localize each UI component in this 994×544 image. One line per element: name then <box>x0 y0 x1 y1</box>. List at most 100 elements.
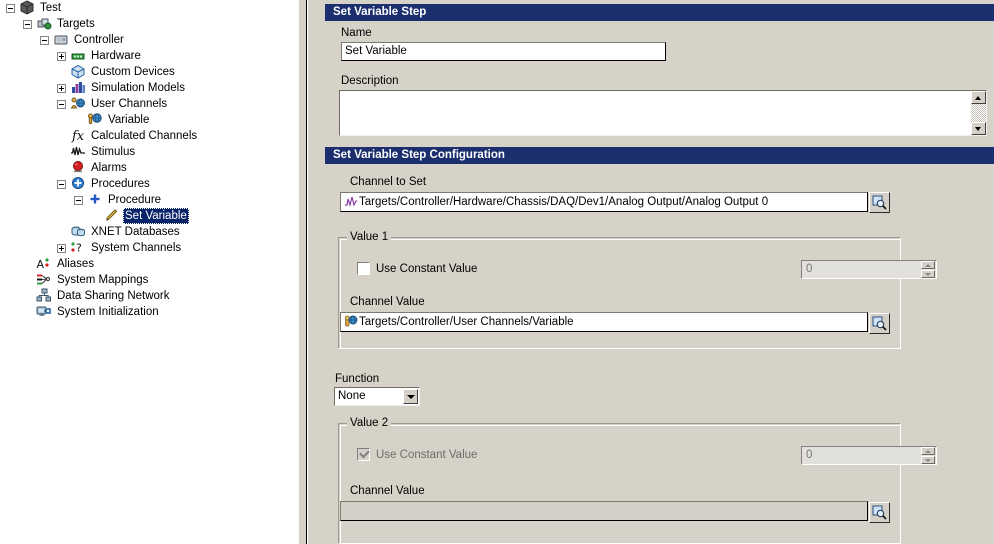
tree-item-data-sharing-network[interactable]: Data Sharing Network <box>0 288 298 304</box>
project-tree-panel[interactable]: Test Targets Controller Hardware Custom Devi… <box>0 0 298 544</box>
collapse-minus-icon[interactable] <box>40 35 49 45</box>
svg-text:A: A <box>37 258 45 271</box>
value1-spin-down-button[interactable] <box>921 270 935 278</box>
tree-expander-spacer <box>57 164 66 173</box>
browse-magnifier-icon <box>872 316 887 331</box>
procedure-icon <box>87 192 103 207</box>
channel-to-set-input[interactable]: Targets/Controller/Hardware/Chassis/DAQ/… <box>340 192 868 212</box>
value1-constant-spinner[interactable]: 0 <box>801 260 937 279</box>
description-textarea[interactable] <box>339 90 987 136</box>
tree-expander-spacer <box>57 148 66 157</box>
value2-spin-down-button[interactable] <box>921 456 935 464</box>
collapse-minus-icon[interactable] <box>23 19 32 29</box>
xnet-databases-icon <box>70 224 86 239</box>
step-configuration-panel: Set Variable Step Name Set Variable Desc… <box>308 0 994 544</box>
svg-text:fx: fx <box>71 129 85 143</box>
tree-item-user-channels[interactable]: User Channels <box>0 96 298 112</box>
tree-item-test[interactable]: Test <box>0 0 298 16</box>
tree-item-aliases[interactable]: A Aliases <box>0 256 298 272</box>
expand-plus-icon[interactable] <box>57 83 66 93</box>
tree-item-custom-devices[interactable]: Custom Devices <box>0 64 298 80</box>
tree-expander-spacer <box>23 276 32 285</box>
value1-constant-value: 0 <box>806 263 813 275</box>
collapse-minus-icon[interactable] <box>74 195 83 205</box>
tree-item-label: Variable <box>108 114 150 126</box>
user-channels-icon <box>70 96 86 111</box>
value2-constant-spinner[interactable]: 0 <box>801 446 937 465</box>
stimulus-icon <box>70 144 86 159</box>
tree-expander-spacer <box>57 68 66 77</box>
value1-use-constant-checkbox[interactable] <box>357 262 370 275</box>
tree-item-controller[interactable]: Controller <box>0 32 298 48</box>
channel-to-set-browse-button[interactable] <box>869 192 890 213</box>
hardware-icon <box>70 48 86 63</box>
set-variable-step-icon <box>104 208 120 223</box>
tree-item-simulation-models[interactable]: Simulation Models <box>0 80 298 96</box>
description-scrollbar[interactable] <box>971 91 986 135</box>
tree-expander-spacer <box>57 132 66 141</box>
targets-icon <box>36 16 52 31</box>
tree-item-set-variable[interactable]: Set Variable <box>0 208 298 224</box>
tree-item-procedure[interactable]: Procedure <box>0 192 298 208</box>
value1-channel-browse-button[interactable] <box>869 313 890 334</box>
tree-item-hardware[interactable]: Hardware <box>0 48 298 64</box>
simulation-models-icon <box>70 80 86 95</box>
tree-item-system-channels[interactable]: ? System Channels <box>0 240 298 256</box>
tree-expander-spacer <box>23 292 32 301</box>
tree-item-label: Custom Devices <box>91 66 175 78</box>
value2-channel-browse-button[interactable] <box>869 502 890 523</box>
tree-item-stimulus[interactable]: Stimulus <box>0 144 298 160</box>
set-variable-step-header: Set Variable Step <box>325 4 994 21</box>
tree-item-label: Procedures <box>91 178 150 190</box>
tree-item-label: Hardware <box>91 50 141 62</box>
value2-channel-value-input[interactable] <box>340 501 868 521</box>
collapse-minus-icon[interactable] <box>57 179 66 189</box>
browse-magnifier-icon <box>872 505 887 520</box>
expand-plus-icon[interactable] <box>57 243 66 253</box>
variable-icon <box>87 112 103 127</box>
scroll-up-button[interactable] <box>971 91 986 104</box>
tree-expander-spacer <box>74 116 83 125</box>
collapse-minus-icon[interactable] <box>57 99 66 109</box>
panel-splitter[interactable] <box>298 0 307 544</box>
collapse-minus-icon[interactable] <box>6 3 15 13</box>
name-input[interactable]: Set Variable <box>341 42 666 61</box>
data-sharing-network-icon <box>36 288 52 303</box>
tree-expander-spacer <box>91 212 100 221</box>
value1-use-constant-label: Use Constant Value <box>376 263 478 275</box>
value2-channel-value-label: Channel Value <box>350 485 425 497</box>
aliases-icon: A <box>36 256 52 271</box>
system-channels-icon: ? <box>70 240 86 255</box>
tree-item-label: User Channels <box>91 98 168 110</box>
tree-item-label: Targets <box>57 18 95 30</box>
tree-item-calculated-channels[interactable]: fx Calculated Channels <box>0 128 298 144</box>
set-variable-step-configuration-header: Set Variable Step Configuration <box>325 147 994 164</box>
value1-channel-value-input[interactable]: Targets/Controller/User Channels/Variabl… <box>340 312 868 332</box>
tree-item-system-initialization[interactable]: System Initialization <box>0 304 298 320</box>
tree-item-targets[interactable]: Targets <box>0 16 298 32</box>
value1-channel-value-label: Channel Value <box>350 296 425 308</box>
tree-item-label: Simulation Models <box>91 82 185 94</box>
expand-plus-icon[interactable] <box>57 51 66 61</box>
tree-item-label: System Initialization <box>57 306 159 318</box>
description-label: Description <box>341 75 399 87</box>
tree-item-alarms[interactable]: Alarms <box>0 160 298 176</box>
chevron-down-icon[interactable] <box>403 389 418 404</box>
tree-item-label: Data Sharing Network <box>57 290 170 302</box>
tree-item-system-mappings[interactable]: System Mappings <box>0 272 298 288</box>
tree-item-xnet-databases[interactable]: XNET Databases <box>0 224 298 240</box>
browse-magnifier-icon <box>872 195 887 210</box>
controller-icon <box>53 32 69 47</box>
tree-item-procedures[interactable]: Procedures <box>0 176 298 192</box>
tree-item-label: Alarms <box>91 162 127 174</box>
project-cube-icon <box>19 0 35 15</box>
alarms-icon <box>70 160 86 175</box>
value1-spin-up-button[interactable] <box>921 261 935 269</box>
value2-group: Value 2 <box>338 417 901 544</box>
scroll-down-button[interactable] <box>971 122 986 135</box>
tree-item-variable[interactable]: Variable <box>0 112 298 128</box>
function-select[interactable]: None <box>334 387 420 406</box>
value2-spin-up-button[interactable] <box>921 447 935 455</box>
svg-text:?: ? <box>76 241 82 254</box>
value2-use-constant-checkbox[interactable] <box>357 447 370 461</box>
